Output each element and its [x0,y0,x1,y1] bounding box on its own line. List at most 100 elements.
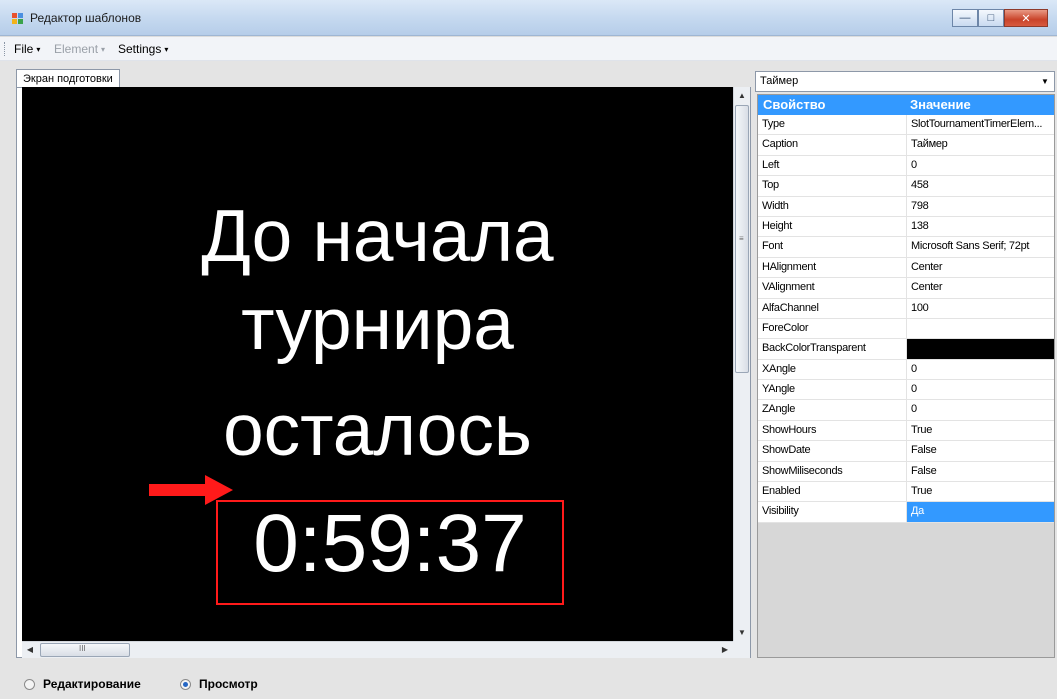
property-row[interactable]: XAngle 0 [758,359,1054,381]
menu-settings-label: Settings [118,42,162,56]
menu-element-label: Element [54,42,99,56]
preview-line-1[interactable]: До начала [22,200,733,273]
property-value[interactable]: 0 [906,380,1054,400]
menu-file-label: File [14,42,34,56]
chevron-down-icon: ▾ [101,45,106,54]
property-value[interactable]: Center [906,278,1054,298]
property-row[interactable]: Visibility Да [758,502,1054,523]
property-name: XAngle [762,362,796,375]
property-row[interactable]: Caption Таймер [758,135,1054,156]
window-title: Редактор шаблонов [30,11,142,25]
minimize-button[interactable]: — [952,9,978,27]
property-name: VAlignment [762,281,815,294]
property-name: HAlignment [762,260,816,273]
property-name: ShowHours [762,423,817,436]
property-value[interactable]: 798 [906,196,1054,216]
property-grid: Свойство Значение Type SlotTournamentTime… [757,94,1055,658]
property-value[interactable]: 138 [906,216,1054,237]
property-name: Left [762,158,780,171]
property-value[interactable]: Center [906,257,1054,278]
radio-unchecked-icon [24,678,35,690]
red-arrow-icon [149,475,233,505]
vertical-scroll-thumb[interactable]: ≡ [735,105,749,373]
dropdown-arrow-icon[interactable]: ▼ [1038,74,1052,89]
property-name: ShowMiliseconds [762,464,843,477]
menu-bar: File ▾ Element ▾ Settings ▾ [0,37,1057,61]
property-value[interactable]: Да [906,502,1054,522]
property-grid-header: Свойство Значение [758,95,1054,115]
property-name: ForeColor [762,321,809,334]
property-row[interactable]: ZAngle 0 [758,400,1054,421]
close-button[interactable]: ✕ [1004,9,1048,27]
property-name: AlfaChannel [762,301,819,314]
menu-element[interactable]: Element ▾ [54,42,105,56]
preview-line-3[interactable]: осталось [22,394,733,467]
property-row[interactable]: Type SlotTournamentTimerElem... [758,115,1054,136]
element-select-value: Таймер [760,75,799,87]
app-icon [12,13,24,25]
radio-checked-icon [180,678,191,690]
property-name: BackColorTransparent [762,342,866,355]
property-value[interactable]: 0 [906,400,1054,420]
header-property: Свойство [763,97,826,112]
scroll-up-icon[interactable]: ▲ [734,87,750,104]
property-value[interactable]: Таймер [906,135,1054,155]
property-value[interactable]: SlotTournamentTimerElem... [906,115,1054,135]
property-name: YAngle [762,383,795,396]
property-name: Height [762,219,792,232]
property-row[interactable]: Enabled True [758,482,1054,503]
menu-file[interactable]: File ▾ [14,42,40,56]
element-select[interactable]: Таймер ▼ [755,71,1055,92]
menu-settings[interactable]: Settings ▾ [118,42,168,56]
property-row[interactable]: YAngle 0 [758,380,1054,401]
property-row[interactable]: Height 138 [758,216,1054,238]
property-name: Type [762,118,785,130]
property-row[interactable]: ShowMiliseconds False [758,461,1054,483]
scroll-right-icon[interactable]: ▶ [717,642,733,658]
scroll-down-icon[interactable]: ▼ [734,624,750,641]
property-value[interactable]: True [906,420,1054,441]
property-value[interactable] [906,339,1054,359]
property-name: Visibility [762,505,799,518]
property-value[interactable]: 0 [906,359,1054,380]
maximize-button[interactable]: □ [978,9,1004,27]
menu-grip [4,42,7,56]
property-rows: Type SlotTournamentTimerElem... Caption Тай… [758,115,1054,523]
property-value[interactable] [906,318,1054,339]
mode-edit-radio[interactable]: Редактирование [24,677,141,691]
vertical-scrollbar[interactable]: ▲ ≡ ▼ [733,87,750,641]
property-row[interactable]: Width 798 [758,196,1054,217]
property-row[interactable]: ForeColor [758,318,1054,340]
horizontal-scroll-thumb[interactable]: III [40,643,130,657]
chevron-down-icon: ▾ [164,45,169,54]
scroll-left-icon[interactable]: ◀ [22,642,38,658]
property-row[interactable]: ShowDate False [758,441,1054,462]
property-value[interactable]: 0 [906,155,1054,176]
scroll-corner [733,641,750,658]
property-value[interactable]: False [906,461,1054,482]
property-name: Caption [762,138,798,151]
property-row[interactable]: Left 0 [758,155,1054,177]
tab-preparation-screen[interactable]: Экран подготовки [16,69,120,88]
preview-line-2[interactable]: турнира [22,288,733,361]
preview-canvas[interactable]: До начала турнира осталось 0:59:37 [22,87,733,641]
property-row[interactable]: HAlignment Center [758,257,1054,279]
property-value[interactable]: False [906,441,1054,461]
property-row[interactable]: BackColorTransparent [758,339,1054,360]
property-name: Top [762,179,779,192]
property-value[interactable]: True [906,482,1054,502]
grip-icon: ≡ [739,234,744,243]
property-value[interactable]: 458 [906,176,1054,196]
mode-edit-label: Редактирование [43,677,141,691]
property-row[interactable]: Font Microsoft Sans Serif; 72pt [758,237,1054,258]
property-row[interactable]: VAlignment Center [758,278,1054,299]
property-value[interactable]: Microsoft Sans Serif; 72pt [906,237,1054,257]
property-row[interactable]: ShowHours True [758,420,1054,442]
title-bar: Редактор шаблонов — □ ✕ [0,0,1057,36]
property-row[interactable]: Top 458 [758,176,1054,197]
chevron-down-icon: ▾ [36,45,41,54]
horizontal-scrollbar[interactable]: ◀ III ▶ [22,641,733,658]
property-value[interactable]: 100 [906,298,1054,318]
mode-view-radio[interactable]: Просмотр [180,677,258,691]
property-row[interactable]: AlfaChannel 100 [758,298,1054,319]
